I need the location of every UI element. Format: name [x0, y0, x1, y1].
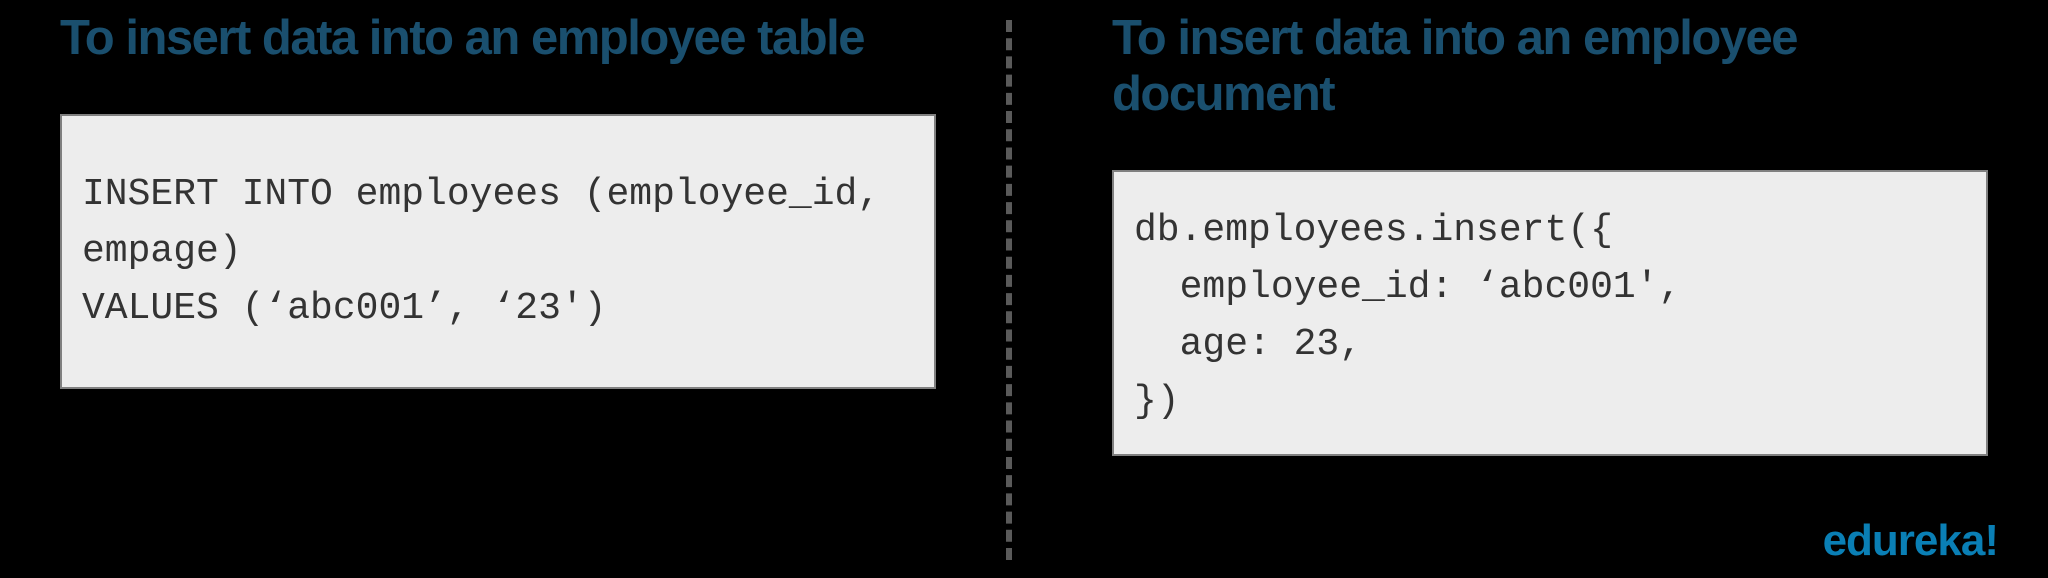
comparison-container: To insert data into an employee table IN…	[0, 0, 2048, 578]
sql-heading: To insert data into an employee table	[60, 10, 936, 66]
brand-logo: edureka!	[1823, 516, 1998, 566]
mongo-code-box: db.employees.insert({ employee_id: ‘abc0…	[1112, 170, 1988, 456]
mongo-heading: To insert data into an employee document	[1112, 10, 1988, 122]
sql-code-box: INSERT INTO employees (employee_id, empa…	[60, 114, 936, 389]
sql-panel: To insert data into an employee table IN…	[50, 10, 1006, 548]
mongo-panel: To insert data into an employee document…	[1012, 10, 1998, 548]
